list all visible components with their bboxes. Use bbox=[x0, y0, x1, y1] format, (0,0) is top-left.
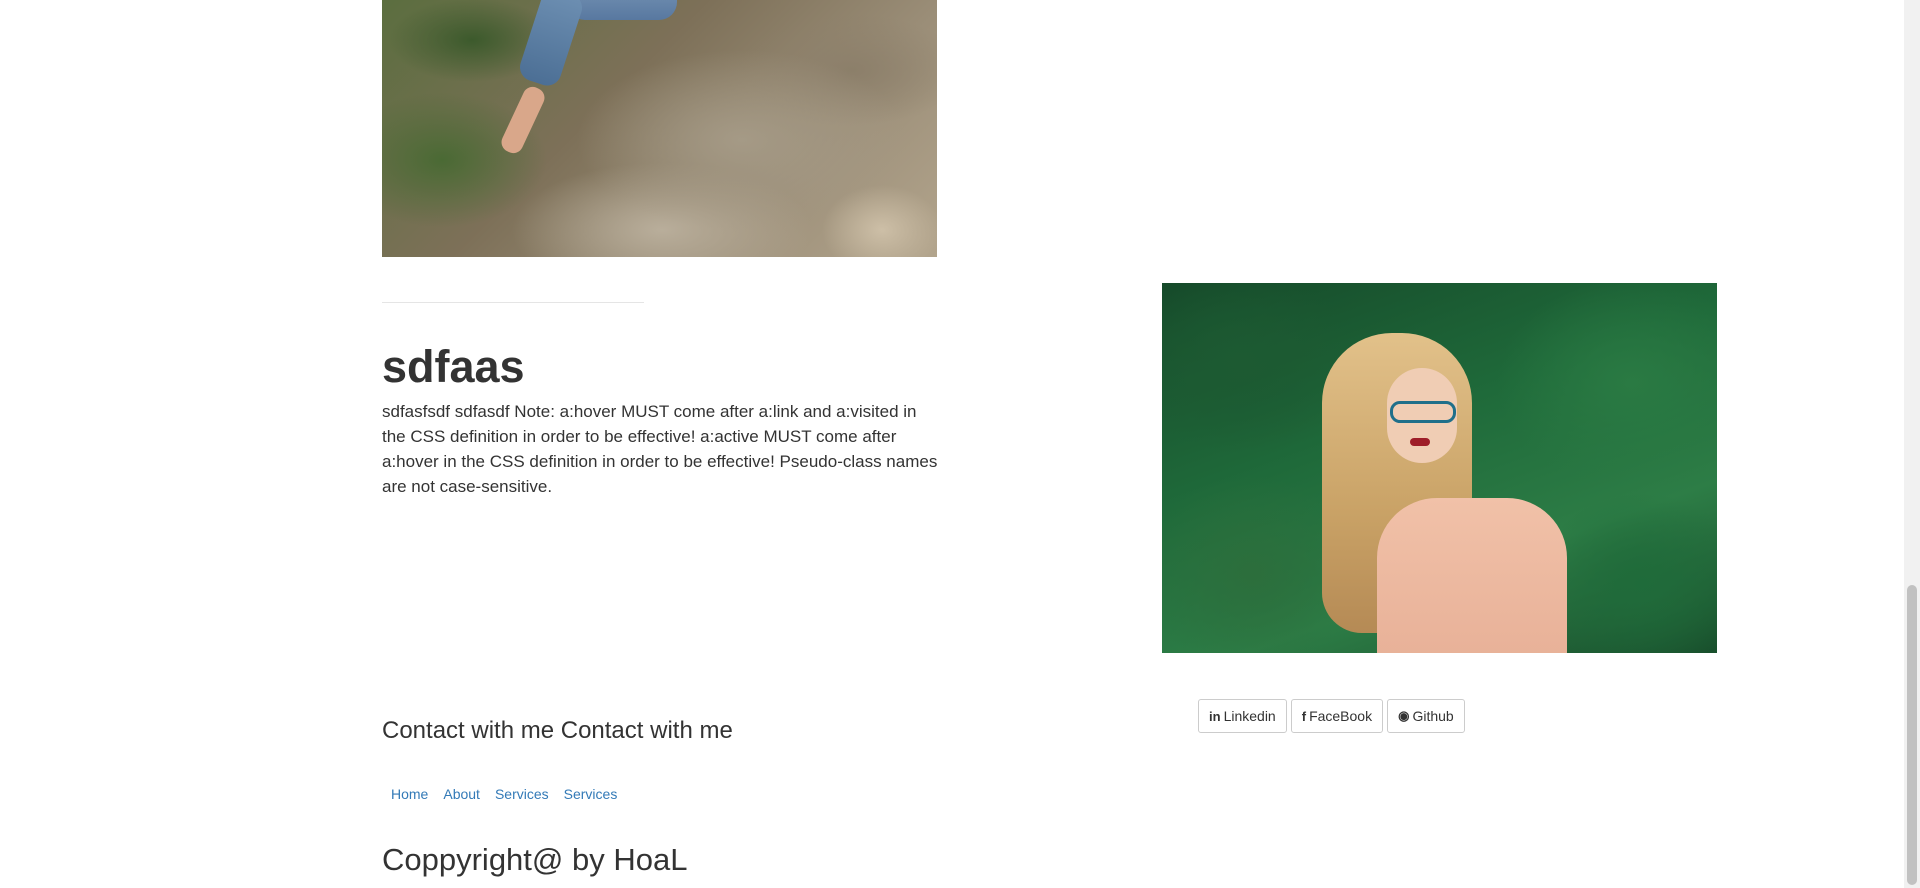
facebook-button[interactable]: f FaceBook bbox=[1290, 699, 1384, 733]
post-body: sdfasfsdf sdfasdf Note: a:hover MUST com… bbox=[382, 402, 938, 496]
post-title: sdfaas bbox=[382, 341, 525, 392]
scrollbar-thumb[interactable] bbox=[1907, 585, 1917, 885]
page: sdfaas sdfasfsdf sdfasdf Note: a:hover M… bbox=[0, 0, 1904, 888]
rocks-photo bbox=[382, 0, 937, 257]
footer-nav: Home About Services Services bbox=[382, 784, 622, 804]
footer-link-services[interactable]: Services bbox=[490, 784, 554, 804]
linkedin-button[interactable]: in Linkedin bbox=[1198, 699, 1287, 733]
github-button[interactable]: ◉ Github bbox=[1387, 699, 1465, 733]
portrait-photo bbox=[1162, 283, 1717, 653]
contact-heading: Contact with me Contact with me bbox=[382, 717, 733, 744]
section-divider bbox=[382, 302, 644, 303]
github-label: Github bbox=[1412, 708, 1454, 724]
page-scrollbar[interactable] bbox=[1904, 0, 1920, 888]
linkedin-label: Linkedin bbox=[1223, 708, 1276, 724]
footer-link-about[interactable]: About bbox=[438, 784, 485, 804]
github-icon: ◉ bbox=[1398, 708, 1410, 723]
facebook-icon: f bbox=[1301, 708, 1307, 724]
copyright: Coppyright@ by HoaL bbox=[382, 842, 688, 877]
linkedin-icon: in bbox=[1209, 708, 1221, 724]
footer-link-home[interactable]: Home bbox=[386, 784, 433, 804]
facebook-label: FaceBook bbox=[1309, 708, 1373, 724]
footer-link-services-2[interactable]: Services bbox=[559, 784, 623, 804]
social-buttons: in Linkedin f FaceBook ◉ Github bbox=[1198, 699, 1465, 733]
